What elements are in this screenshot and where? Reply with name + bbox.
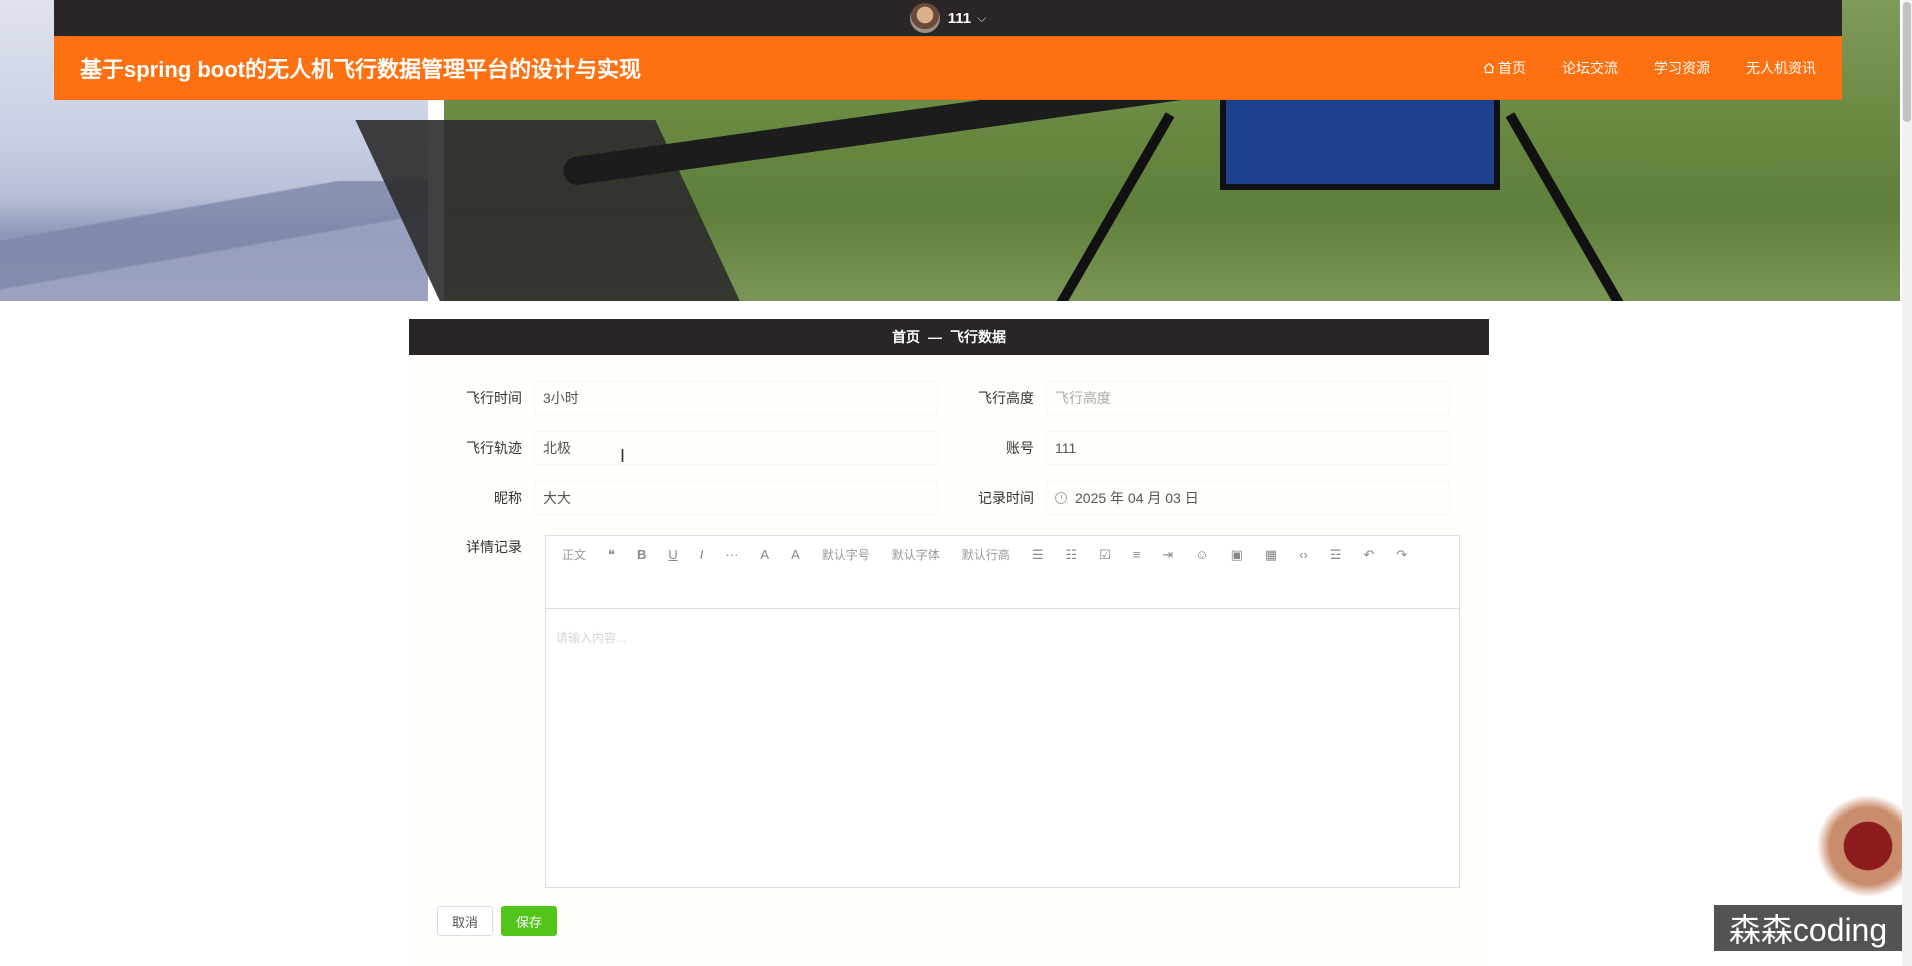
divider-icon[interactable]: ☲ xyxy=(1322,542,1350,568)
flight-height-input[interactable]: 飞行高度 xyxy=(1046,381,1450,415)
flight-height-label: 飞行高度 xyxy=(978,390,1034,406)
nav-learning-resources[interactable]: 学习资源 xyxy=(1654,58,1710,78)
quote-icon[interactable]: ❝ xyxy=(600,542,623,568)
user-bar: 111 ⌵ xyxy=(54,0,1842,36)
rich-text-editor[interactable]: 正文 ❝ B U I ··· A A 默认字号 默认字体 默认行高 ☰ ☷ ☑ … xyxy=(545,535,1460,888)
breadcrumb-current: 飞行数据 xyxy=(950,329,1006,345)
home-icon xyxy=(1483,62,1495,74)
indent-icon[interactable]: ⇥ xyxy=(1154,542,1181,568)
more-icon[interactable]: ··· xyxy=(717,542,746,568)
site-header: 基于spring boot的无人机飞行数据管理平台的设计与实现 首页 论坛交流 … xyxy=(54,36,1842,100)
detail-label: 详情记录 xyxy=(466,539,522,555)
form-actions: 取消 保存 xyxy=(437,906,558,936)
font-size-dropdown[interactable]: 默认字号 xyxy=(814,542,878,568)
cancel-button[interactable]: 取消 xyxy=(437,906,494,936)
background-color-icon[interactable]: A xyxy=(783,542,808,568)
align-icon[interactable]: ≡ xyxy=(1125,542,1149,568)
table-icon[interactable]: ▦ xyxy=(1257,542,1285,568)
nickname-label: 昵称 xyxy=(494,490,522,506)
record-time-value: 2025 年 04 月 03 日 xyxy=(1075,490,1199,506)
code-icon[interactable]: ‹› xyxy=(1291,542,1316,568)
text-cursor-icon: I xyxy=(620,446,626,466)
chevron-down-icon[interactable]: ⌵ xyxy=(977,11,986,26)
breadcrumb-separator: — xyxy=(928,329,942,345)
font-family-dropdown[interactable]: 默认字体 xyxy=(884,542,948,568)
nickname-input[interactable]: 大大 xyxy=(534,481,938,515)
numbered-list-icon[interactable]: ☷ xyxy=(1057,542,1085,568)
emoji-icon[interactable]: ☺ xyxy=(1187,542,1216,568)
nav-home-label: 首页 xyxy=(1498,60,1526,76)
italic-icon[interactable]: I xyxy=(692,542,712,568)
redo-icon[interactable]: ↷ xyxy=(1388,542,1415,568)
record-time-picker[interactable]: 2025 年 04 月 03 日 xyxy=(1046,481,1450,515)
flight-track-input[interactable]: 北极 xyxy=(534,431,938,465)
corner-decoration xyxy=(1814,780,1904,900)
flight-track-label: 飞行轨迹 xyxy=(466,440,522,456)
record-time-label: 记录时间 xyxy=(978,490,1034,506)
editor-toolbar: 正文 ❝ B U I ··· A A 默认字号 默认字体 默认行高 ☰ ☷ ☑ … xyxy=(546,536,1459,609)
nav-forum[interactable]: 论坛交流 xyxy=(1562,58,1618,78)
nav-drone-news[interactable]: 无人机资讯 xyxy=(1746,58,1816,78)
save-button[interactable]: 保存 xyxy=(501,906,558,936)
watermark: 森森coding xyxy=(1714,905,1902,951)
clock-icon xyxy=(1055,492,1067,504)
flight-data-form: 飞行时间 3小时 飞行高度 飞行高度 飞行轨迹 北极 账号 111 昵称 大大 … xyxy=(409,355,1489,966)
account-label: 账号 xyxy=(1006,440,1034,456)
breadcrumb-home[interactable]: 首页 xyxy=(892,327,920,347)
site-title: 基于spring boot的无人机飞行数据管理平台的设计与实现 xyxy=(80,57,641,82)
image-icon[interactable]: ▣ xyxy=(1223,542,1251,568)
undo-icon[interactable]: ↶ xyxy=(1355,542,1382,568)
bold-icon[interactable]: B xyxy=(629,542,654,568)
nav-home[interactable]: 首页 xyxy=(1483,58,1526,78)
scrollbar[interactable] xyxy=(1902,0,1912,966)
flight-time-label: 飞行时间 xyxy=(466,390,522,406)
scrollbar-thumb[interactable] xyxy=(1903,2,1911,122)
account-input[interactable]: 111 xyxy=(1046,431,1450,465)
font-color-icon[interactable]: A xyxy=(752,542,777,568)
username[interactable]: 111 xyxy=(948,10,971,27)
paragraph-style-dropdown[interactable]: 正文 xyxy=(554,542,594,568)
flight-time-input[interactable]: 3小时 xyxy=(534,381,938,415)
underline-icon[interactable]: U xyxy=(660,542,685,568)
avatar[interactable] xyxy=(909,3,940,33)
todo-icon[interactable]: ☑ xyxy=(1091,542,1119,568)
editor-content[interactable]: 请输入内容... xyxy=(546,609,1459,666)
line-height-dropdown[interactable]: 默认行高 xyxy=(954,542,1018,568)
main-nav: 首页 论坛交流 学习资源 无人机资讯 xyxy=(1483,58,1816,78)
breadcrumb: 首页 — 飞行数据 xyxy=(409,319,1489,355)
bullet-list-icon[interactable]: ☰ xyxy=(1024,542,1052,568)
